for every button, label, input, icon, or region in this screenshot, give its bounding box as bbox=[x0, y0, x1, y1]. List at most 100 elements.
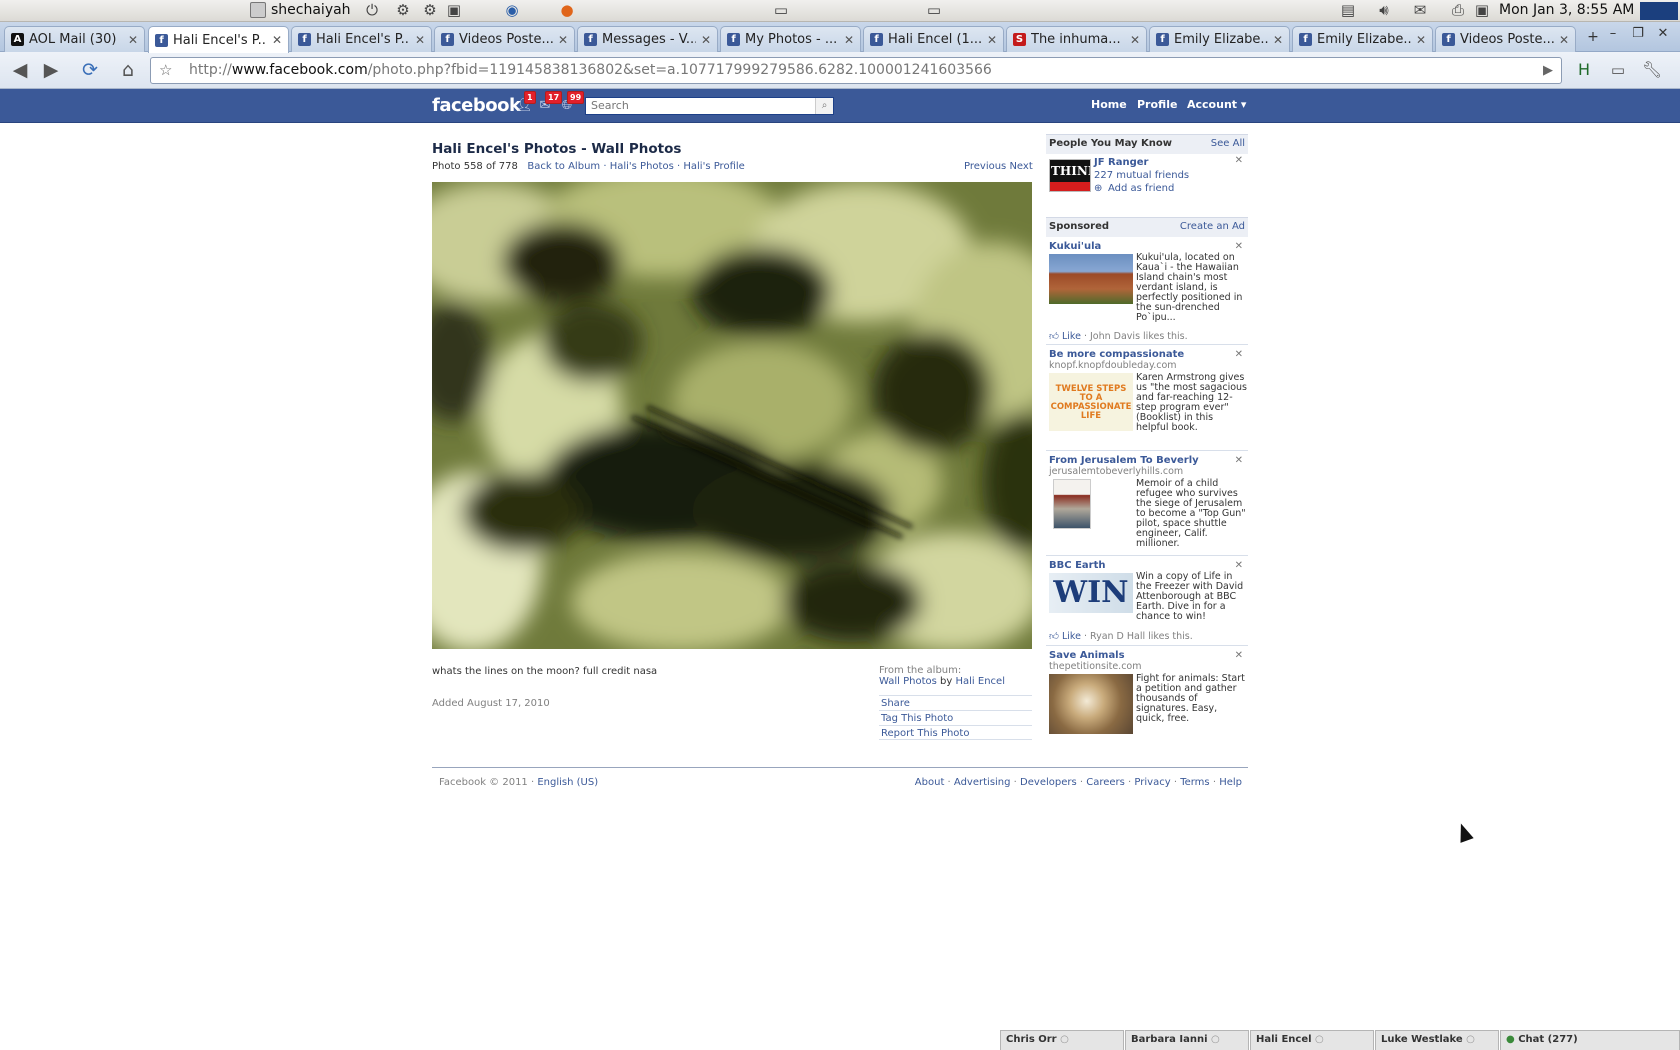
page-menu-icon[interactable]: ▭ bbox=[1606, 58, 1630, 82]
ad-title[interactable]: From Jerusalem To Beverly bbox=[1046, 455, 1248, 466]
network-icon[interactable]: ▣ bbox=[1472, 1, 1492, 19]
reload-icon[interactable]: ⟳ bbox=[78, 58, 102, 82]
like-icon[interactable]: 👍︎ bbox=[1049, 331, 1059, 342]
language-link[interactable]: English (US) bbox=[537, 777, 598, 788]
home-icon[interactable]: ⌂ bbox=[116, 58, 140, 82]
close-tab-icon[interactable]: ✕ bbox=[701, 33, 711, 47]
close-tab-icon[interactable]: ✕ bbox=[558, 33, 568, 47]
photo-image[interactable] bbox=[432, 182, 1032, 649]
notifications-icon[interactable]: 🌐︎ 99 bbox=[559, 91, 585, 114]
close-tab-icon[interactable]: ✕ bbox=[272, 33, 282, 47]
forward-icon[interactable]: ▶ bbox=[39, 58, 63, 82]
ad-item[interactable]: BBC Earth WIN Win a copy of Life in the … bbox=[1046, 560, 1248, 646]
footer-link-careers[interactable]: Careers bbox=[1086, 777, 1125, 788]
tab-8[interactable]: S The inhuma... ✕ bbox=[1006, 26, 1147, 52]
tab-6[interactable]: f My Photos - ... ✕ bbox=[720, 26, 861, 52]
next-photo-link[interactable]: Next bbox=[1009, 161, 1032, 172]
report-photo-link[interactable]: Report This Photo bbox=[881, 728, 969, 739]
person-thumbnail[interactable]: THINK bbox=[1049, 159, 1091, 192]
dismiss-icon[interactable]: ✕ bbox=[1235, 560, 1243, 571]
facebook-logo[interactable]: facebook bbox=[432, 95, 521, 116]
tab-7[interactable]: f Hali Encel (1... ✕ bbox=[863, 26, 1004, 52]
tab-5[interactable]: f Messages - V... ✕ bbox=[577, 26, 718, 52]
mail-icon[interactable]: ✉ bbox=[1410, 1, 1430, 19]
ad-image[interactable] bbox=[1049, 254, 1133, 304]
ad-image[interactable] bbox=[1053, 479, 1091, 529]
tab-2[interactable]: f Hali Encel's P... ✕ bbox=[148, 26, 289, 53]
messages-icon[interactable]: ✉ 17 bbox=[537, 91, 563, 114]
see-all-link[interactable]: See All bbox=[1211, 135, 1245, 153]
footer-link-advertising[interactable]: Advertising bbox=[954, 777, 1011, 788]
extension-icon[interactable]: H bbox=[1572, 58, 1596, 82]
tag-photo-link[interactable]: Tag This Photo bbox=[881, 713, 953, 724]
ad-item[interactable]: Save Animals thepetitionsite.com Fight f… bbox=[1046, 650, 1248, 735]
close-tab-icon[interactable]: ✕ bbox=[1559, 33, 1569, 47]
footer-link-developers[interactable]: Developers bbox=[1020, 777, 1077, 788]
like-link[interactable]: Like bbox=[1062, 631, 1081, 642]
halis-profile-link[interactable]: Hali's Profile bbox=[683, 161, 744, 172]
volume-icon[interactable]: 🔊︎ bbox=[1374, 1, 1394, 19]
folder-icon[interactable]: ▭ bbox=[771, 1, 791, 19]
nav-home-link[interactable]: Home bbox=[1091, 98, 1127, 111]
tab-3[interactable]: f Hali Encel's P... ✕ bbox=[291, 26, 432, 52]
go-icon[interactable]: ▶ bbox=[1543, 58, 1553, 83]
display-icon[interactable]: ▤ bbox=[1338, 1, 1358, 19]
dismiss-icon[interactable]: ✕ bbox=[1235, 349, 1243, 360]
wrench-icon[interactable]: 🔧︎ bbox=[1640, 58, 1664, 82]
power-icon[interactable]: ⏻ bbox=[362, 1, 382, 19]
system-tools-icon[interactable]: ⚙ bbox=[420, 1, 440, 19]
dismiss-icon[interactable]: ✕ bbox=[1235, 650, 1243, 661]
chrome-launcher-icon[interactable]: ◉ bbox=[502, 1, 522, 19]
close-tab-icon[interactable]: ✕ bbox=[987, 33, 997, 47]
address-bar[interactable]: ☆ http://www.facebook.com/photo.php?fbid… bbox=[150, 57, 1562, 84]
ad-image[interactable]: WIN bbox=[1049, 573, 1133, 613]
chat-main-tab[interactable]: ● Chat (277) bbox=[1500, 1030, 1680, 1050]
add-friend-icon[interactable]: ⊕ bbox=[1094, 183, 1102, 194]
chat-tab[interactable]: Hali Encel ○ bbox=[1250, 1030, 1374, 1050]
tab-9[interactable]: f Emily Elizabe... ✕ bbox=[1149, 26, 1290, 52]
like-link[interactable]: Like bbox=[1062, 331, 1081, 342]
close-tab-icon[interactable]: ✕ bbox=[844, 33, 854, 47]
ad-image[interactable]: TWELVE STEPS TO A COMPASSIONATE LIFE bbox=[1049, 373, 1133, 431]
new-tab-button[interactable]: + bbox=[1582, 29, 1604, 47]
dismiss-icon[interactable]: ✕ bbox=[1235, 155, 1243, 166]
album-link[interactable]: Wall Photos bbox=[879, 676, 937, 687]
firefox-launcher-icon[interactable]: ● bbox=[557, 1, 577, 19]
close-window-icon[interactable]: ✕ bbox=[1652, 26, 1674, 41]
footer-link-help[interactable]: Help bbox=[1219, 777, 1242, 788]
nav-profile-link[interactable]: Profile bbox=[1137, 98, 1177, 111]
create-ad-link[interactable]: Create an Ad bbox=[1180, 218, 1245, 236]
footer-link-privacy[interactable]: Privacy bbox=[1134, 777, 1170, 788]
ad-item[interactable]: From Jerusalem To Beverly jerusalemtobev… bbox=[1046, 455, 1248, 556]
close-tab-icon[interactable]: ✕ bbox=[128, 33, 138, 47]
friend-requests-icon[interactable]: 👤︎ 1 bbox=[516, 91, 536, 114]
ad-image[interactable] bbox=[1049, 674, 1133, 734]
tab-4[interactable]: f Videos Poste... ✕ bbox=[434, 26, 575, 52]
back-to-album-link[interactable]: Back to Album bbox=[527, 161, 600, 172]
close-tab-icon[interactable]: ✕ bbox=[1273, 33, 1283, 47]
footer-link-about[interactable]: About bbox=[915, 777, 945, 788]
chat-tab[interactable]: Luke Westlake ○ bbox=[1375, 1030, 1499, 1050]
nav-account-menu[interactable]: Account ▾ bbox=[1187, 98, 1246, 111]
dismiss-icon[interactable]: ✕ bbox=[1235, 241, 1243, 252]
album-owner-link[interactable]: Hali Encel bbox=[956, 676, 1005, 687]
halis-photos-link[interactable]: Hali's Photos bbox=[610, 161, 674, 172]
settings-icon[interactable]: ⚙ bbox=[393, 1, 413, 19]
search-icon[interactable]: ⌕ bbox=[815, 98, 833, 114]
folder-icon[interactable]: ▭ bbox=[924, 1, 944, 19]
tab-10[interactable]: f Emily Elizabe... ✕ bbox=[1292, 26, 1433, 52]
tab-11[interactable]: f Videos Poste... ✕ bbox=[1435, 26, 1576, 52]
ad-item[interactable]: Kukui'ula Kukui'ula, located on Kaua`i -… bbox=[1046, 241, 1248, 345]
clock[interactable]: Mon Jan 3, 8:55 AM bbox=[1499, 2, 1634, 18]
user-menu[interactable]: shechaiyah bbox=[250, 2, 351, 18]
ad-item[interactable]: Be more compassionate knopf.knopfdoubled… bbox=[1046, 349, 1248, 451]
tab-1[interactable]: A AOL Mail (30) ✕ bbox=[4, 26, 145, 52]
printer-icon[interactable]: ⎙ bbox=[1448, 1, 1468, 19]
terminal-icon[interactable]: ▣ bbox=[444, 1, 464, 19]
close-tab-icon[interactable]: ✕ bbox=[1130, 33, 1140, 47]
ad-title[interactable]: Kukui'ula bbox=[1046, 241, 1248, 252]
search-input[interactable]: Search ⌕ bbox=[585, 97, 834, 115]
add-friend-link[interactable]: Add as friend bbox=[1108, 183, 1174, 194]
restore-icon[interactable]: ❐ bbox=[1627, 26, 1649, 41]
minimize-icon[interactable]: – bbox=[1602, 26, 1624, 41]
